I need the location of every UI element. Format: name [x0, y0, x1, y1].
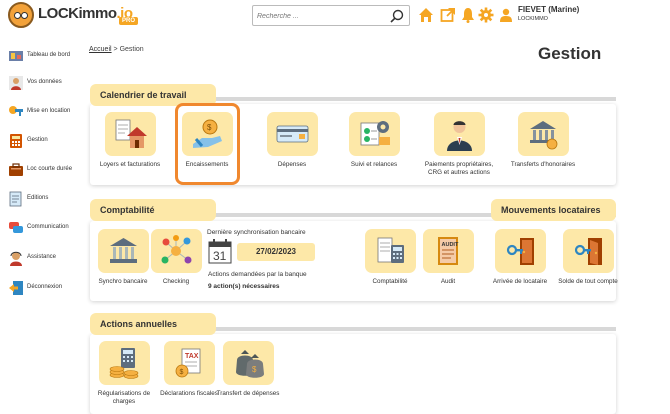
breadcrumb-separator: > [113, 46, 118, 53]
sidebar-item-deconnexion[interactable]: Déconnexion [8, 278, 88, 298]
bank-icon [109, 238, 137, 263]
home-icon[interactable] [418, 7, 434, 23]
audit-icon: AUDIT [437, 237, 458, 265]
user-name: FIEVET (Marine) [518, 5, 580, 14]
breadcrumb: Accueil > Gestion [89, 46, 144, 53]
invoice-house-icon [115, 119, 147, 148]
mouvements-title: Mouvements locataires [491, 199, 616, 221]
comptabilite-title: Comptabilité [90, 199, 216, 221]
key-icon [9, 106, 23, 116]
tile-regularisations-charges[interactable]: Régularisations de charges [89, 341, 159, 406]
tile-loyers-facturations[interactable]: Loyers et facturations [95, 112, 165, 169]
svg-text:TAX: TAX [185, 353, 199, 360]
tile-arrivee-locataire[interactable]: Arrivée de locataire [485, 229, 555, 286]
calculator-icon [10, 134, 22, 148]
sidebar-item-assistance[interactable]: Assistance [8, 248, 88, 268]
app-logo[interactable]: LOCKimmo.io PRO [8, 2, 139, 28]
user-company: LOCKIMMO [518, 16, 548, 22]
tile-solde-tout-compte[interactable]: Solde de tout compte [553, 229, 623, 286]
svg-text:AUDIT: AUDIT [441, 242, 458, 248]
search-icon[interactable] [390, 9, 404, 23]
selected-tile-highlight [175, 103, 240, 185]
tile-checking[interactable]: Checking [141, 229, 211, 286]
document-icon [9, 191, 22, 207]
logout-icon [9, 281, 23, 295]
annuelles-title: Actions annuelles [90, 313, 216, 335]
tile-audit[interactable]: AUDIT Audit [413, 229, 483, 286]
search-box[interactable] [252, 5, 410, 26]
calendar-icon: 31 [208, 239, 232, 264]
money-bags-icon: $ [235, 350, 264, 378]
user-icon [500, 8, 512, 22]
cat-logo-icon [8, 2, 34, 28]
sidebar-item-communication[interactable]: Communication [8, 218, 88, 238]
chat-icon [9, 222, 23, 233]
network-icon [161, 235, 191, 264]
transfer-fees-icon [529, 121, 557, 150]
page-title: Gestion [538, 44, 602, 63]
suitcase-icon [9, 163, 23, 176]
search-input[interactable] [257, 9, 385, 23]
followup-icon [360, 121, 390, 146]
sidebar-item-loc-courte-duree[interactable]: Loc courte durée [8, 160, 88, 180]
tile-transfert-depenses[interactable]: $ Transfert de dépenses [213, 341, 283, 398]
profile-icon [9, 76, 23, 90]
calendar-day: 31 [213, 249, 227, 263]
support-icon [10, 251, 22, 266]
tile-suivi-relances[interactable]: Suivi et relances [339, 112, 409, 169]
sidebar-item-mise-en-location[interactable]: Mise en location [8, 102, 88, 122]
tile-depenses[interactable]: Dépenses [257, 112, 327, 169]
sidebar-item-gestion[interactable]: Gestion [8, 131, 88, 151]
top-bar: LOCKimmo.io PRO Recherche ... FIEVET (Ma… [0, 0, 670, 33]
door-arrival-icon [506, 238, 534, 265]
bell-icon[interactable] [460, 7, 476, 23]
sidebar-item-tableau-de-bord[interactable]: Tableau de bord [8, 46, 88, 66]
breadcrumb-home-link[interactable]: Accueil [89, 46, 112, 53]
tax-icon: TAX $ [175, 348, 200, 378]
pro-badge: PRO [119, 17, 139, 25]
breadcrumb-current: Gestion [119, 46, 144, 53]
sidebar-item-editions[interactable]: Editions [8, 189, 88, 209]
svg-text:$: $ [252, 365, 257, 374]
tile-paiements-proprietaires[interactable]: Paiements propriétaires, CRG et autres a… [424, 112, 494, 177]
ledger-icon [377, 237, 404, 263]
bank-actions-count[interactable]: 9 action(s) nécessaires [208, 283, 280, 290]
sync-date: 27/02/2023 [237, 243, 315, 261]
bank-actions-label: Actions demandées par la banque [208, 271, 307, 278]
payment-card-icon [276, 125, 308, 143]
coins-calculator-icon [109, 348, 138, 379]
tile-transferts-honoraires[interactable]: Transferts d'honoraires [508, 112, 578, 169]
external-link-icon[interactable] [440, 7, 456, 23]
gear-icon[interactable] [478, 7, 494, 23]
sidebar-item-vos-donnees[interactable]: Vos données [8, 73, 88, 93]
owner-icon [446, 121, 472, 151]
sync-label: Dernière synchronisation bancaire [207, 229, 306, 236]
svg-text:$: $ [179, 369, 183, 376]
dashboard-icon [9, 51, 23, 61]
door-exit-icon [574, 238, 602, 265]
